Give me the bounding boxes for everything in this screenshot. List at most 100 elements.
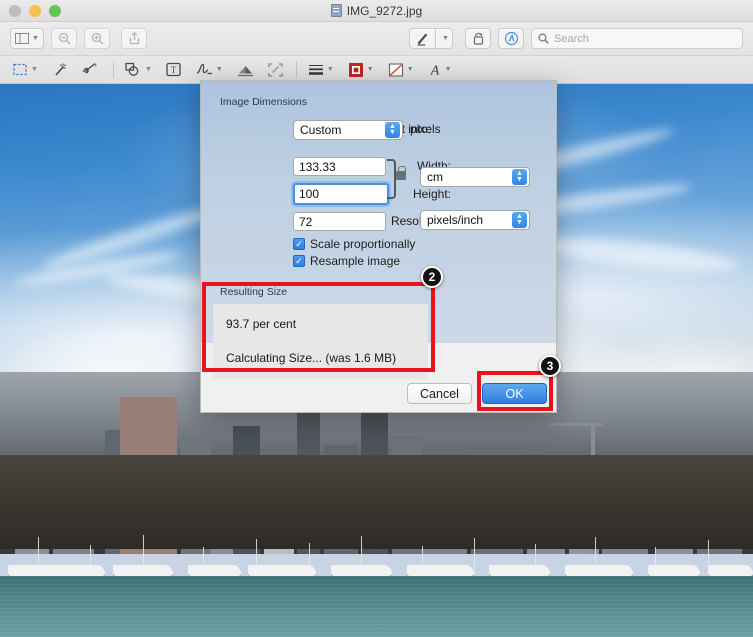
resolution-value: 72 [299, 214, 313, 229]
resample-image-label: Resample image [310, 254, 401, 268]
annotation-badge-2: 2 [421, 266, 443, 288]
adjust-size-tool-button[interactable] [265, 59, 286, 81]
traffic-light-group [0, 4, 61, 17]
sidebar-toggle-button[interactable]: ▼ [10, 28, 44, 49]
sidebar-icon [15, 33, 30, 44]
share-icon [129, 32, 139, 45]
chevron-down-icon: ▼ [442, 35, 449, 42]
main-toolbar: ▼ ▼ Search [0, 22, 753, 56]
fit-into-value: Custom [300, 123, 342, 137]
annotation-badge-3: 3 [539, 355, 561, 377]
border-color-swatch-icon [348, 62, 363, 77]
svg-text:T: T [171, 65, 177, 75]
border-color-tool-button[interactable]: ▼ [345, 59, 377, 81]
cancel-button[interactable]: Cancel [407, 383, 472, 404]
chevron-down-icon: ▼ [31, 66, 38, 73]
annotate-circle-icon [504, 31, 518, 46]
selection-tool-button[interactable]: ▼ [10, 59, 41, 81]
search-icon [538, 33, 549, 44]
fill-color-tool-button[interactable]: ▼ [385, 59, 417, 81]
stepper-icon: ▲ ▼ [512, 169, 527, 185]
pen-icon [417, 32, 427, 46]
preview-window: IMG_9272.jpg ▼ ▼ Search ▼ ▼ T ▼ ▼ ▼ ▼ A … [0, 0, 753, 637]
minimize-window-button[interactable] [29, 4, 41, 17]
rotate-icon [473, 32, 483, 45]
bracket-icon [387, 159, 396, 199]
annotation-stem-2 [431, 284, 435, 372]
size-unit-value: cm [427, 170, 443, 184]
chevron-down-icon: ▼ [366, 66, 374, 73]
height-value: 100 [299, 187, 320, 201]
chevron-down-icon: ▼ [444, 66, 452, 73]
instant-alpha-tool-button[interactable] [49, 59, 71, 81]
text-tool-button[interactable]: T [163, 59, 184, 81]
search-placeholder: Search [554, 32, 589, 45]
document-icon [330, 4, 342, 17]
fill-color-swatch-icon [388, 62, 403, 77]
rotate-button[interactable] [465, 28, 491, 49]
close-window-button[interactable] [9, 4, 21, 17]
sketch-pen-icon [82, 62, 97, 74]
window-titlebar: IMG_9272.jpg [0, 0, 753, 22]
zoom-out-icon [58, 32, 71, 45]
zoom-out-button[interactable] [51, 28, 77, 49]
share-button[interactable] [121, 28, 147, 49]
zoom-window-button[interactable] [49, 4, 61, 17]
sketch-tool-button[interactable] [79, 59, 103, 81]
height-input[interactable]: 100 [293, 183, 389, 205]
window-title: IMG_9272.jpg [346, 3, 423, 18]
scale-proportionally-label: Scale proportionally [310, 237, 416, 251]
resolution-unit-select[interactable]: pixels/inch ▲ ▼ [420, 210, 530, 230]
markup-options-button[interactable]: ▼ [435, 28, 453, 49]
resolution-input[interactable]: 72 [293, 212, 386, 231]
chevron-down-icon: ▼ [406, 66, 414, 73]
checkbox-checked-icon[interactable]: ✓ [293, 255, 305, 267]
shapes-icon [125, 62, 139, 76]
marina-boats-region [0, 526, 753, 577]
magic-wand-icon [55, 63, 67, 76]
water-region [0, 576, 753, 637]
signature-icon [196, 63, 212, 75]
checkbox-checked-icon[interactable]: ✓ [293, 238, 305, 250]
size-unit-select[interactable]: cm ▲ ▼ [420, 167, 530, 187]
annotation-rect-ok-button [477, 371, 553, 411]
text-style-tool-button[interactable]: A ▼ [425, 59, 455, 81]
chevron-down-icon: ▼ [32, 35, 39, 42]
lines-icon [308, 65, 323, 75]
resample-image-checkbox-row[interactable]: ✓ Resample image [293, 254, 400, 268]
zoom-in-icon [91, 32, 104, 45]
annotate-button[interactable] [498, 28, 524, 49]
markup-button[interactable] [409, 28, 435, 49]
width-input[interactable]: 133.33 [293, 157, 386, 176]
sign-tool-button[interactable]: ▼ [192, 59, 226, 81]
fit-into-select[interactable]: Custom ▲ ▼ [293, 120, 403, 140]
adjust-color-icon [237, 65, 253, 76]
lock-icon [396, 166, 406, 180]
shapes-tool-button[interactable]: ▼ [122, 59, 155, 81]
fit-into-unit-label: pixels [410, 122, 441, 136]
width-value: 133.33 [299, 159, 336, 174]
window-title-group: IMG_9272.jpg [0, 0, 753, 21]
stepper-icon: ▲ ▼ [512, 212, 527, 228]
chevron-down-icon: ▼ [144, 66, 152, 73]
text-box-icon: T [166, 62, 181, 77]
shape-style-tool-button[interactable]: ▼ [305, 59, 337, 81]
scale-proportionally-checkbox-row[interactable]: ✓ Scale proportionally [293, 237, 415, 251]
toolbar-divider [112, 61, 114, 78]
adjust-size-icon [268, 62, 283, 77]
zoom-in-button[interactable] [84, 28, 110, 49]
font-A-icon: A [429, 64, 439, 78]
svg-text:A: A [429, 64, 439, 78]
stepper-icon: ▲ ▼ [385, 122, 400, 138]
toolbar-divider [295, 61, 297, 78]
link-dimensions-lock [387, 159, 409, 199]
annotation-rect-resulting-size [202, 282, 435, 372]
resolution-unit-value: pixels/inch [427, 213, 484, 227]
rectangular-selection-icon [13, 63, 27, 75]
adjust-color-tool-button[interactable] [234, 59, 257, 81]
search-field[interactable]: Search [531, 28, 743, 49]
chevron-down-icon: ▼ [215, 66, 223, 73]
markup-button-group: ▼ [409, 28, 460, 49]
chevron-down-icon: ▼ [326, 66, 334, 73]
image-dimensions-section-title: Image Dimensions [220, 96, 307, 108]
